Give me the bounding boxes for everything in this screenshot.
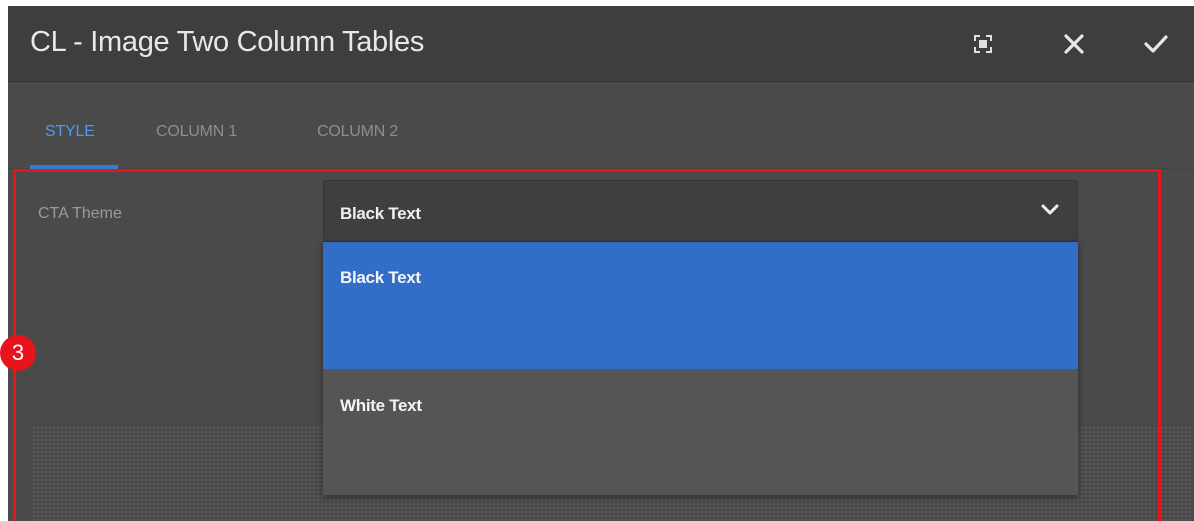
chevron-down-icon — [1041, 203, 1059, 222]
tab-column-2[interactable]: COLUMN 2 — [317, 123, 398, 141]
done-button[interactable] — [1136, 24, 1176, 64]
option-black-text[interactable]: Black Text — [323, 242, 1078, 369]
step-number-badge: 3 — [0, 335, 36, 371]
close-button[interactable] — [1054, 24, 1094, 64]
tab-bar: STYLE COLUMN 1 COLUMN 2 — [8, 83, 1194, 169]
option-label: Black Text — [340, 268, 421, 287]
fullscreen-icon — [971, 32, 995, 56]
fullscreen-button[interactable] — [963, 24, 1003, 64]
option-label: White Text — [340, 396, 422, 415]
close-icon — [1063, 33, 1085, 55]
check-icon — [1143, 33, 1169, 55]
cta-theme-select[interactable]: Black Text — [323, 180, 1078, 242]
dialog-title: CL - Image Two Column Tables — [30, 26, 425, 58]
cta-theme-selected-value: Black Text — [340, 204, 421, 223]
tab-column-1[interactable]: COLUMN 1 — [156, 123, 237, 141]
dialog-header: CL - Image Two Column Tables — [8, 6, 1194, 82]
tab-style[interactable]: STYLE — [45, 123, 95, 141]
active-tab-indicator — [30, 165, 118, 169]
cta-theme-label: CTA Theme — [38, 205, 122, 222]
option-white-text[interactable]: White Text — [323, 369, 1078, 495]
cta-theme-dropdown-list: Black Text White Text — [323, 242, 1078, 495]
